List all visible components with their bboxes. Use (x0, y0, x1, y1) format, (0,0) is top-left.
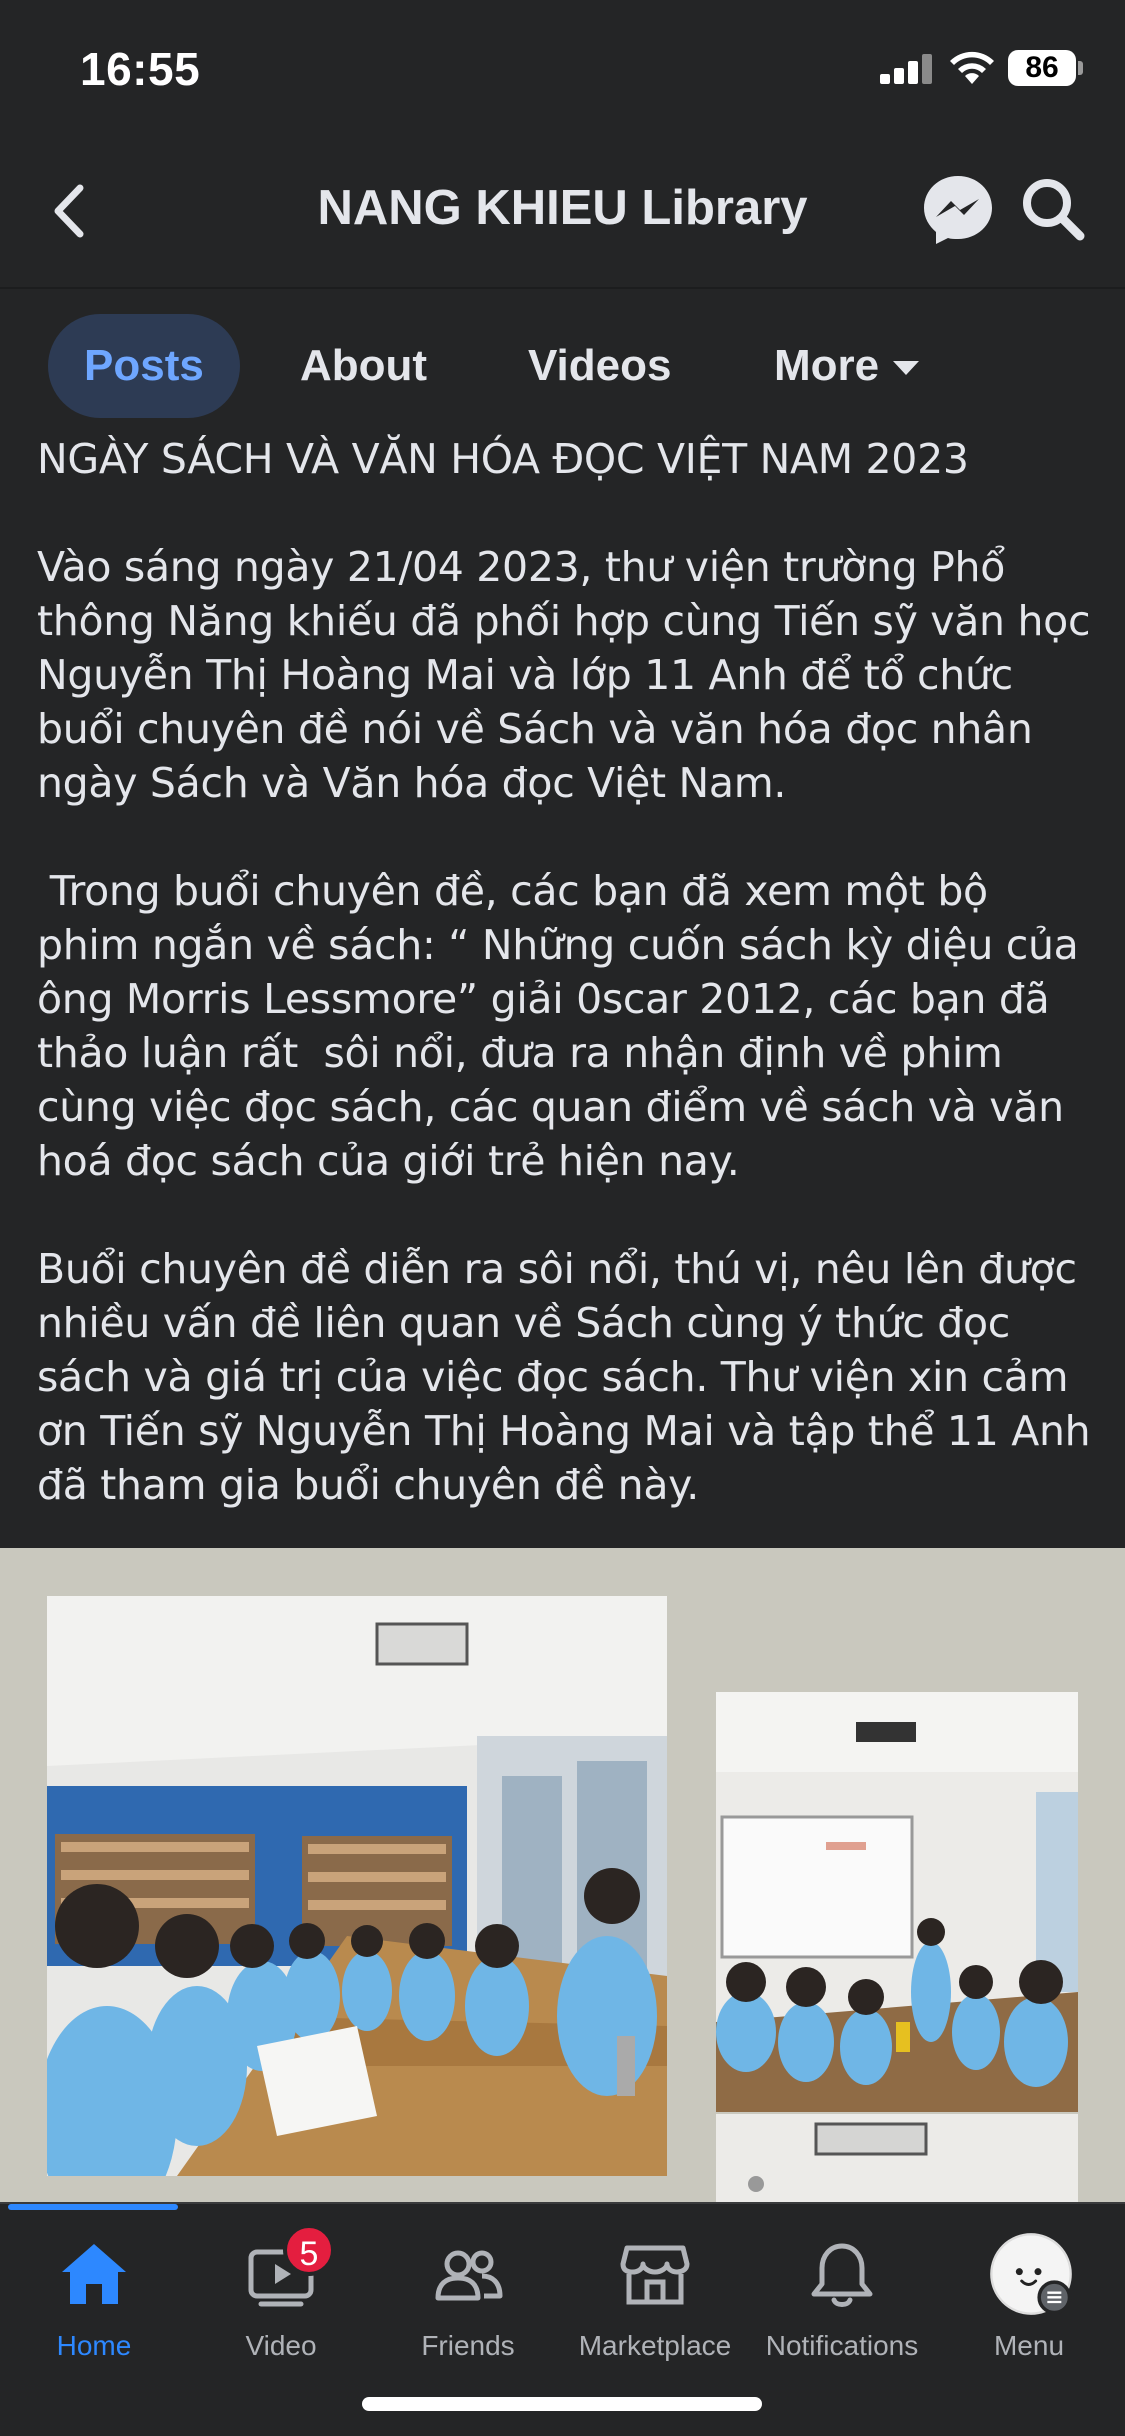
tab-more-label: More (774, 341, 880, 390)
status-time: 16:55 (80, 43, 201, 95)
header-divider (0, 287, 1125, 289)
battery-cap (1078, 61, 1083, 75)
post-photo[interactable] (716, 1692, 1078, 2112)
caret-down-icon (893, 361, 920, 376)
nav-label: Marketplace (578, 2330, 732, 2361)
home-icon (62, 2244, 126, 2304)
friends-icon (435, 2250, 503, 2301)
tab-about[interactable]: About (300, 314, 427, 418)
post-photo[interactable] (47, 1596, 667, 2176)
wifi-icon (950, 51, 994, 84)
post-title: NGÀY SÁCH VÀ VĂN HÓA ĐỌC VIỆT NAM 2023 (37, 435, 969, 483)
post-photo[interactable] (716, 2114, 1078, 2202)
cellular-signal-icon (880, 54, 934, 84)
battery-level: 86 (1008, 50, 1076, 86)
marketplace-icon (620, 2245, 690, 2305)
home-indicator[interactable] (362, 2397, 762, 2411)
nav-label: Notifications (765, 2330, 919, 2361)
notification-badge: 5 (283, 2224, 335, 2276)
tab-videos[interactable]: Videos (528, 314, 671, 418)
nav-label: Video (245, 2330, 317, 2361)
post-paragraph: Buổi chuyên đề diễn ra sôi nổi, thú vị, … (37, 1245, 1091, 1509)
photo-album (0, 1548, 1125, 2202)
back-icon[interactable] (42, 176, 102, 246)
page-title: NANG KHIEU Library (317, 181, 808, 235)
nav-menu[interactable]: Menu (935, 2230, 1123, 2380)
avatar (990, 2233, 1072, 2315)
nav-label: Home (56, 2330, 132, 2361)
post-body: NGÀY SÁCH VÀ VĂN HÓA ĐỌC VIỆT NAM 2023 V… (37, 432, 1097, 1566)
page-header: NANG KHIEU Library (0, 140, 1125, 288)
nav-label: Friends (421, 2330, 515, 2361)
post-paragraph: Trong buổi chuyên đề, các bạn đã xem một… (37, 867, 1092, 1185)
nav-friends[interactable]: Friends (374, 2230, 562, 2380)
search-icon[interactable] (1018, 174, 1088, 244)
messenger-icon[interactable] (920, 172, 996, 248)
active-tab-indicator (8, 2204, 178, 2210)
status-bar: 16:55 86 (0, 0, 1125, 140)
nav-home[interactable]: Home (0, 2230, 188, 2380)
bell-icon (811, 2243, 873, 2307)
nav-label: Menu (993, 2330, 1065, 2361)
nav-notifications[interactable]: Notifications (748, 2230, 936, 2380)
tab-posts[interactable]: Posts (48, 314, 240, 418)
nav-marketplace[interactable]: Marketplace (561, 2230, 749, 2380)
nav-video[interactable]: 5 Video (187, 2224, 375, 2380)
post-paragraph: Vào sáng ngày 21/04 2023, thư viện trườn… (37, 543, 1091, 807)
page-tabs: Posts About Videos More (0, 310, 1125, 420)
tab-more[interactable]: More (774, 314, 920, 418)
